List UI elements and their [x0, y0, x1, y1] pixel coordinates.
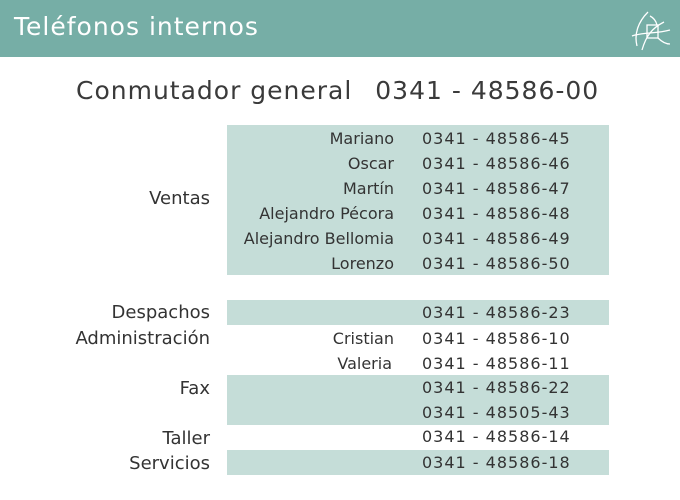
switchboard-label: Conmutador general: [76, 76, 353, 105]
phone-number: 0341 - 48586-11: [422, 354, 571, 373]
phone-number: 0341 - 48505-43: [422, 403, 571, 422]
department-label: Administración: [75, 328, 210, 349]
contact-name: Mariano: [329, 129, 394, 148]
phone-number: 0341 - 48586-50: [422, 254, 571, 273]
abstract-line-logo-icon: [631, 11, 671, 51]
contact-name: Alejandro Bellomia: [243, 229, 394, 248]
phone-number: 0341 - 48586-47: [422, 179, 571, 198]
switchboard-number: 0341 - 48586-00: [375, 76, 600, 105]
phone-number: 0341 - 48586-46: [422, 154, 571, 173]
switchboard-line: Conmutador general 0341 - 48586-00: [76, 76, 599, 105]
page-title: Teléfonos internos: [14, 12, 259, 41]
contact-name: Valeria: [337, 354, 392, 373]
phone-number: 0341 - 48586-10: [422, 329, 571, 348]
contact-name: Martín: [342, 179, 394, 198]
contact-name: Alejandro Pécora: [259, 204, 394, 223]
phone-number: 0341 - 48586-48: [422, 204, 571, 223]
phone-number: 0341 - 48586-18: [422, 453, 571, 472]
contact-name: Oscar: [347, 154, 394, 173]
header-bar: Teléfonos internos: [0, 0, 680, 57]
contact-name: Lorenzo: [331, 254, 394, 273]
phone-number: 0341 - 48586-49: [422, 229, 571, 248]
department-label: Taller: [162, 428, 210, 449]
phone-number: 0341 - 48586-22: [422, 378, 571, 397]
phone-number: 0341 - 48586-23: [422, 303, 571, 322]
department-label: Fax: [179, 378, 210, 399]
phone-number: 0341 - 48586-14: [422, 427, 571, 446]
phone-number: 0341 - 48586-45: [422, 129, 571, 148]
contact-name: Cristian: [332, 329, 394, 348]
department-label: Despachos: [111, 302, 210, 323]
department-label: Servicios: [129, 453, 210, 474]
department-label: Ventas: [149, 188, 210, 209]
